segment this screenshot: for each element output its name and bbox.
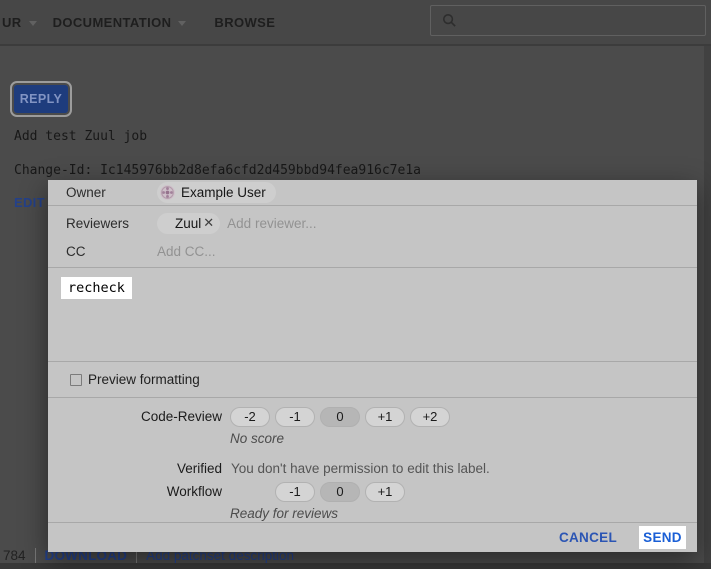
remove-reviewer-icon[interactable]: ✕	[203, 216, 214, 231]
cc-label: CC	[66, 244, 157, 259]
reply-dialog: Owner Example User Reviewers Zuul	[48, 180, 697, 552]
chevron-down-icon	[178, 21, 186, 26]
code-review-buttons: -2 -1 0 +1 +2	[230, 407, 450, 427]
send-button[interactable]: SEND	[639, 526, 686, 549]
top-bar: UR DOCUMENTATION BROWSE	[0, 0, 711, 46]
code-review-plus1-button[interactable]: +1	[365, 407, 405, 427]
vertical-scrollbar[interactable]	[704, 46, 711, 563]
divider	[35, 548, 36, 563]
search-input[interactable]	[465, 13, 705, 28]
verified-permission-message: You don't have permission to edit this l…	[231, 461, 490, 476]
workflow-zero-button[interactable]: 0	[320, 482, 360, 502]
nav-item-documentation-label: DOCUMENTATION	[53, 15, 172, 30]
code-review-minus1-button[interactable]: -1	[275, 407, 315, 427]
workflow-row: Workflow -1 0 +1	[48, 481, 697, 502]
nav-item-your[interactable]: UR	[2, 0, 37, 44]
reviewer-chip-label: Zuul	[175, 216, 201, 231]
nav-item-your-label: UR	[2, 15, 22, 30]
workflow-note: Ready for reviews	[230, 506, 697, 521]
preview-formatting-row: Preview formatting	[48, 362, 697, 397]
edit-link[interactable]: EDIT	[14, 195, 45, 210]
gerrit-screen: UR DOCUMENTATION BROWSE REPLY Add test Z…	[0, 0, 711, 569]
dialog-footer: CANCEL SEND	[48, 522, 697, 552]
owner-row: Owner Example User	[48, 180, 697, 205]
preview-formatting-checkbox[interactable]	[70, 374, 82, 386]
commit-message-change-id: Change-Id: Ic145976bb2d8efa6cfd2d459bbd9…	[14, 163, 421, 178]
reviewers-row: Reviewers Zuul ✕ Add reviewer...	[48, 206, 697, 239]
cc-row: CC Add CC...	[48, 239, 697, 267]
code-review-plus2-button[interactable]: +2	[410, 407, 450, 427]
workflow-label: Workflow	[48, 484, 222, 499]
verified-label: Verified	[48, 461, 222, 476]
search-box[interactable]	[430, 5, 706, 36]
commit-message-subject: Add test Zuul job	[14, 129, 147, 144]
reply-button[interactable]: REPLY	[14, 85, 68, 113]
code-review-zero-button[interactable]: 0	[320, 407, 360, 427]
workflow-buttons: -1 0 +1	[275, 482, 405, 502]
verified-row: Verified You don't have permission to ed…	[48, 459, 697, 477]
code-review-row: Code-Review -2 -1 0 +1 +2	[48, 406, 697, 427]
nav-item-browse[interactable]: BROWSE	[214, 0, 275, 44]
reviewer-chip-zuul[interactable]: Zuul ✕	[157, 213, 220, 234]
patchset-number: 784	[3, 548, 26, 563]
scores-section: Code-Review -2 -1 0 +1 +2 No score Verif…	[48, 398, 697, 522]
horizontal-scrollbar[interactable]	[0, 563, 711, 569]
workflow-plus1-button[interactable]: +1	[365, 482, 405, 502]
owner-chip-label: Example User	[181, 185, 266, 200]
workflow-minus1-button[interactable]: -1	[275, 482, 315, 502]
reviewers-label: Reviewers	[66, 216, 157, 231]
add-cc-input[interactable]: Add CC...	[157, 244, 216, 259]
search-icon	[442, 13, 457, 28]
avatar	[160, 185, 175, 200]
reply-message-text: recheck	[61, 277, 132, 299]
owner-label: Owner	[66, 185, 157, 200]
chevron-down-icon	[29, 21, 37, 26]
preview-formatting-label: Preview formatting	[88, 372, 200, 387]
main-nav: UR DOCUMENTATION BROWSE	[0, 0, 275, 44]
reply-message-textarea[interactable]: recheck	[48, 268, 697, 361]
cancel-button[interactable]: CANCEL	[559, 530, 617, 545]
add-reviewer-input[interactable]: Add reviewer...	[227, 216, 316, 231]
nav-item-documentation[interactable]: DOCUMENTATION	[53, 0, 187, 44]
code-review-label: Code-Review	[48, 409, 222, 424]
code-review-minus2-button[interactable]: -2	[230, 407, 270, 427]
nav-item-browse-label: BROWSE	[214, 15, 275, 30]
owner-chip[interactable]: Example User	[157, 182, 276, 203]
code-review-note: No score	[230, 431, 697, 446]
